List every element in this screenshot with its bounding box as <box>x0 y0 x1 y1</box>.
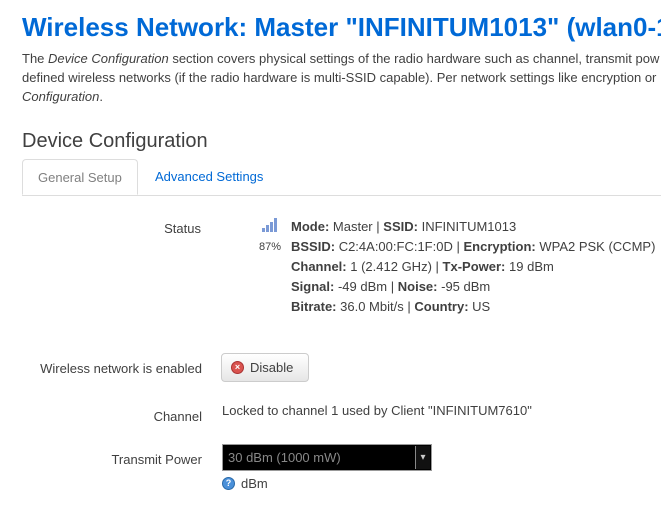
channel-value: Locked to channel 1 used by Client "INFI… <box>222 403 532 418</box>
signal-percent: 87% <box>259 241 282 253</box>
disable-button[interactable]: × Disable <box>221 353 309 382</box>
disable-icon: × <box>231 361 244 374</box>
tab-advanced-settings[interactable]: Advanced Settings <box>140 159 278 195</box>
channel-label: Channel <box>153 409 202 424</box>
description-line-1: The Device Configuration section covers … <box>22 51 660 66</box>
page-description: The Device Configuration section covers … <box>22 49 661 106</box>
tab-general-setup[interactable]: General Setup <box>22 159 138 195</box>
signal-strength-icon <box>262 218 277 232</box>
help-icon: ? <box>222 477 235 490</box>
status-line-bitrate: Bitrate: 36.0 Mbit/s | Country: US <box>291 299 491 314</box>
transmit-power-label: Transmit Power <box>111 452 202 467</box>
status-details: Mode: Master | SSID: INFINITUM1013 BSSID… <box>291 217 655 317</box>
status-line-mode: Mode: Master | SSID: INFINITUM1013 <box>291 219 517 234</box>
description-line-3: Configuration. <box>22 89 103 104</box>
transmit-power-selected: 30 dBm (1000 mW) <box>228 450 341 465</box>
wireless-enabled-label: Wireless network is enabled <box>40 361 202 376</box>
status-line-bssid: BSSID: C2:4A:00:FC:1F:0D | Encryption: W… <box>291 239 656 254</box>
status-label: Status <box>164 221 201 236</box>
page-title: Wireless Network: Master "INFINITUM1013"… <box>22 12 661 42</box>
tab-bar: General Setup Advanced Settings <box>22 159 661 196</box>
description-line-2: defined wireless networks (if the radio … <box>22 70 657 85</box>
disable-button-label: Disable <box>250 360 294 375</box>
transmit-power-select[interactable]: 30 dBm (1000 mW) ▾ <box>222 444 432 471</box>
chevron-down-icon: ▾ <box>415 446 430 469</box>
transmit-power-help: dBm <box>241 476 268 491</box>
status-line-channel: Channel: 1 (2.412 GHz) | Tx-Power: 19 dB… <box>291 259 554 274</box>
status-line-signal: Signal: -49 dBm | Noise: -95 dBm <box>291 279 491 294</box>
section-title: Device Configuration <box>22 130 208 152</box>
